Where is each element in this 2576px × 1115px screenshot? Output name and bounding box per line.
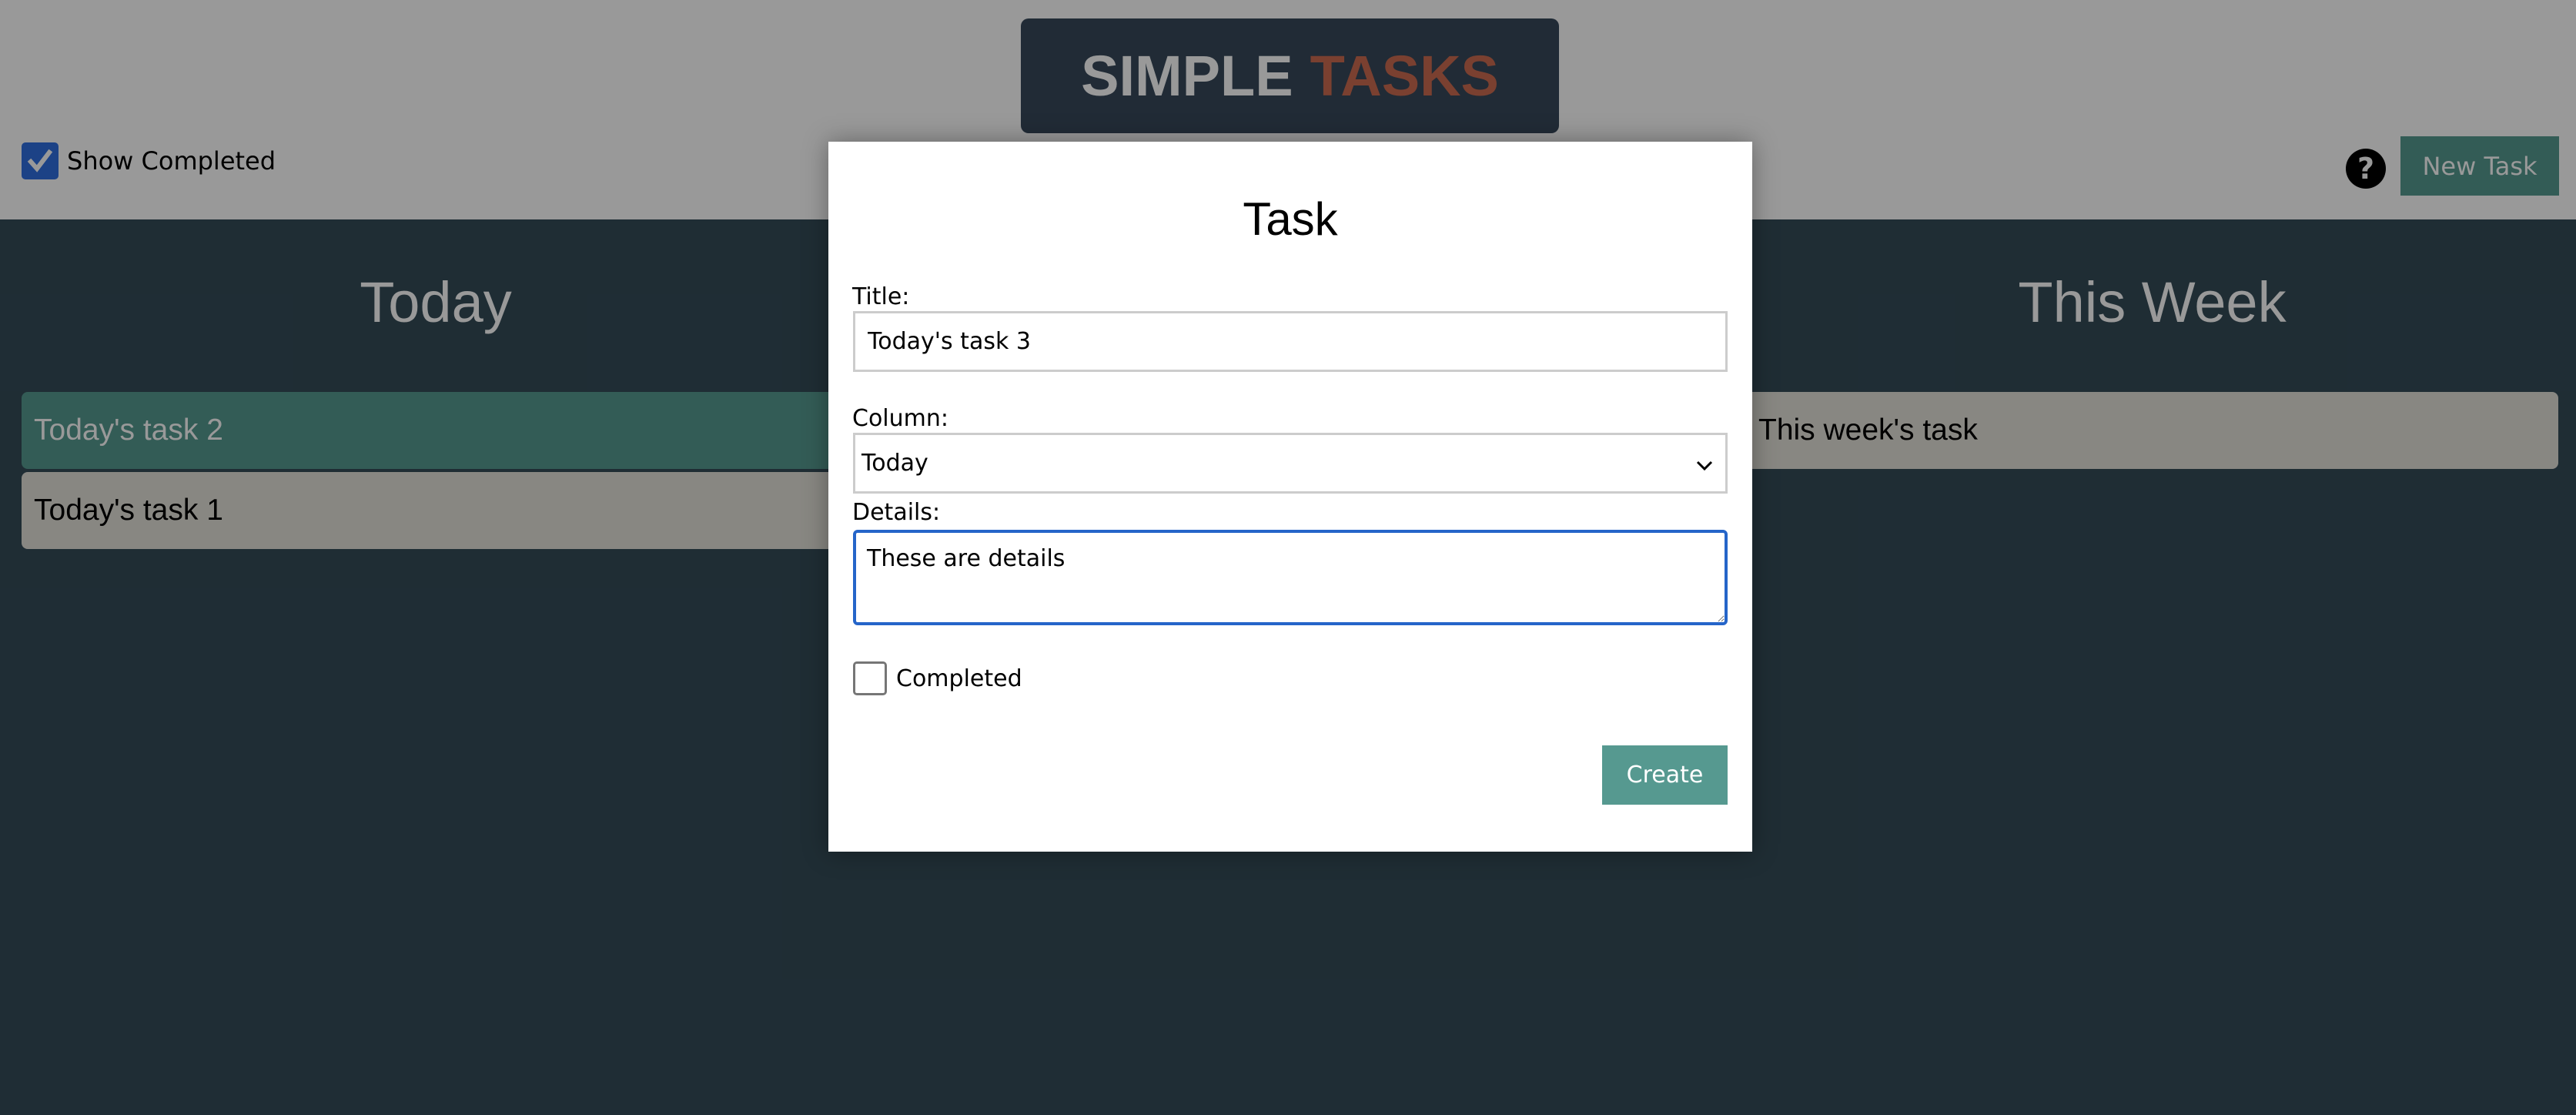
dialog-title: Task: [1243, 193, 1338, 245]
completed-toggle[interactable]: Completed: [853, 660, 1022, 697]
column-select[interactable]: Today: [853, 433, 1728, 494]
column-label: Column:: [852, 405, 948, 432]
completed-checkbox[interactable]: [853, 661, 887, 695]
app-page: SIMPLE TASKS Show Completed ? New Task T…: [0, 0, 2576, 1115]
task-dialog: Task Title: Column: Today Details: These…: [828, 142, 1752, 852]
title-label: Title:: [852, 283, 910, 310]
details-textarea[interactable]: These are details: [853, 530, 1728, 625]
chevron-down-icon: [1696, 460, 1713, 471]
details-label: Details:: [852, 499, 941, 526]
title-input[interactable]: [853, 311, 1728, 372]
completed-label: Completed: [896, 665, 1022, 692]
column-select-value: Today: [861, 450, 928, 477]
create-button[interactable]: Create: [1602, 745, 1728, 805]
